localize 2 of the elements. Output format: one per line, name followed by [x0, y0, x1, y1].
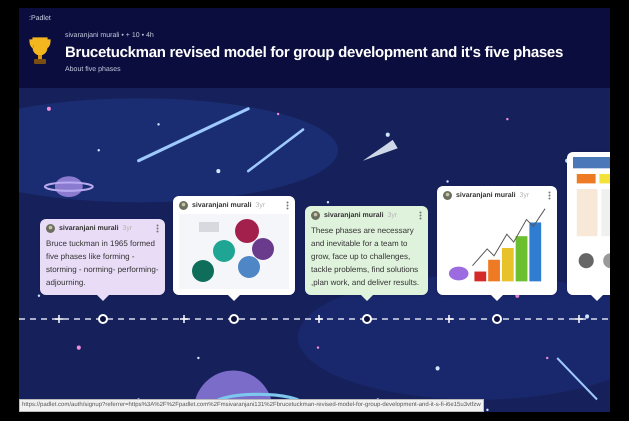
- trophy-icon: [29, 36, 51, 66]
- board-title: Brucetuckman revised model for group development and it's five phases: [65, 43, 564, 63]
